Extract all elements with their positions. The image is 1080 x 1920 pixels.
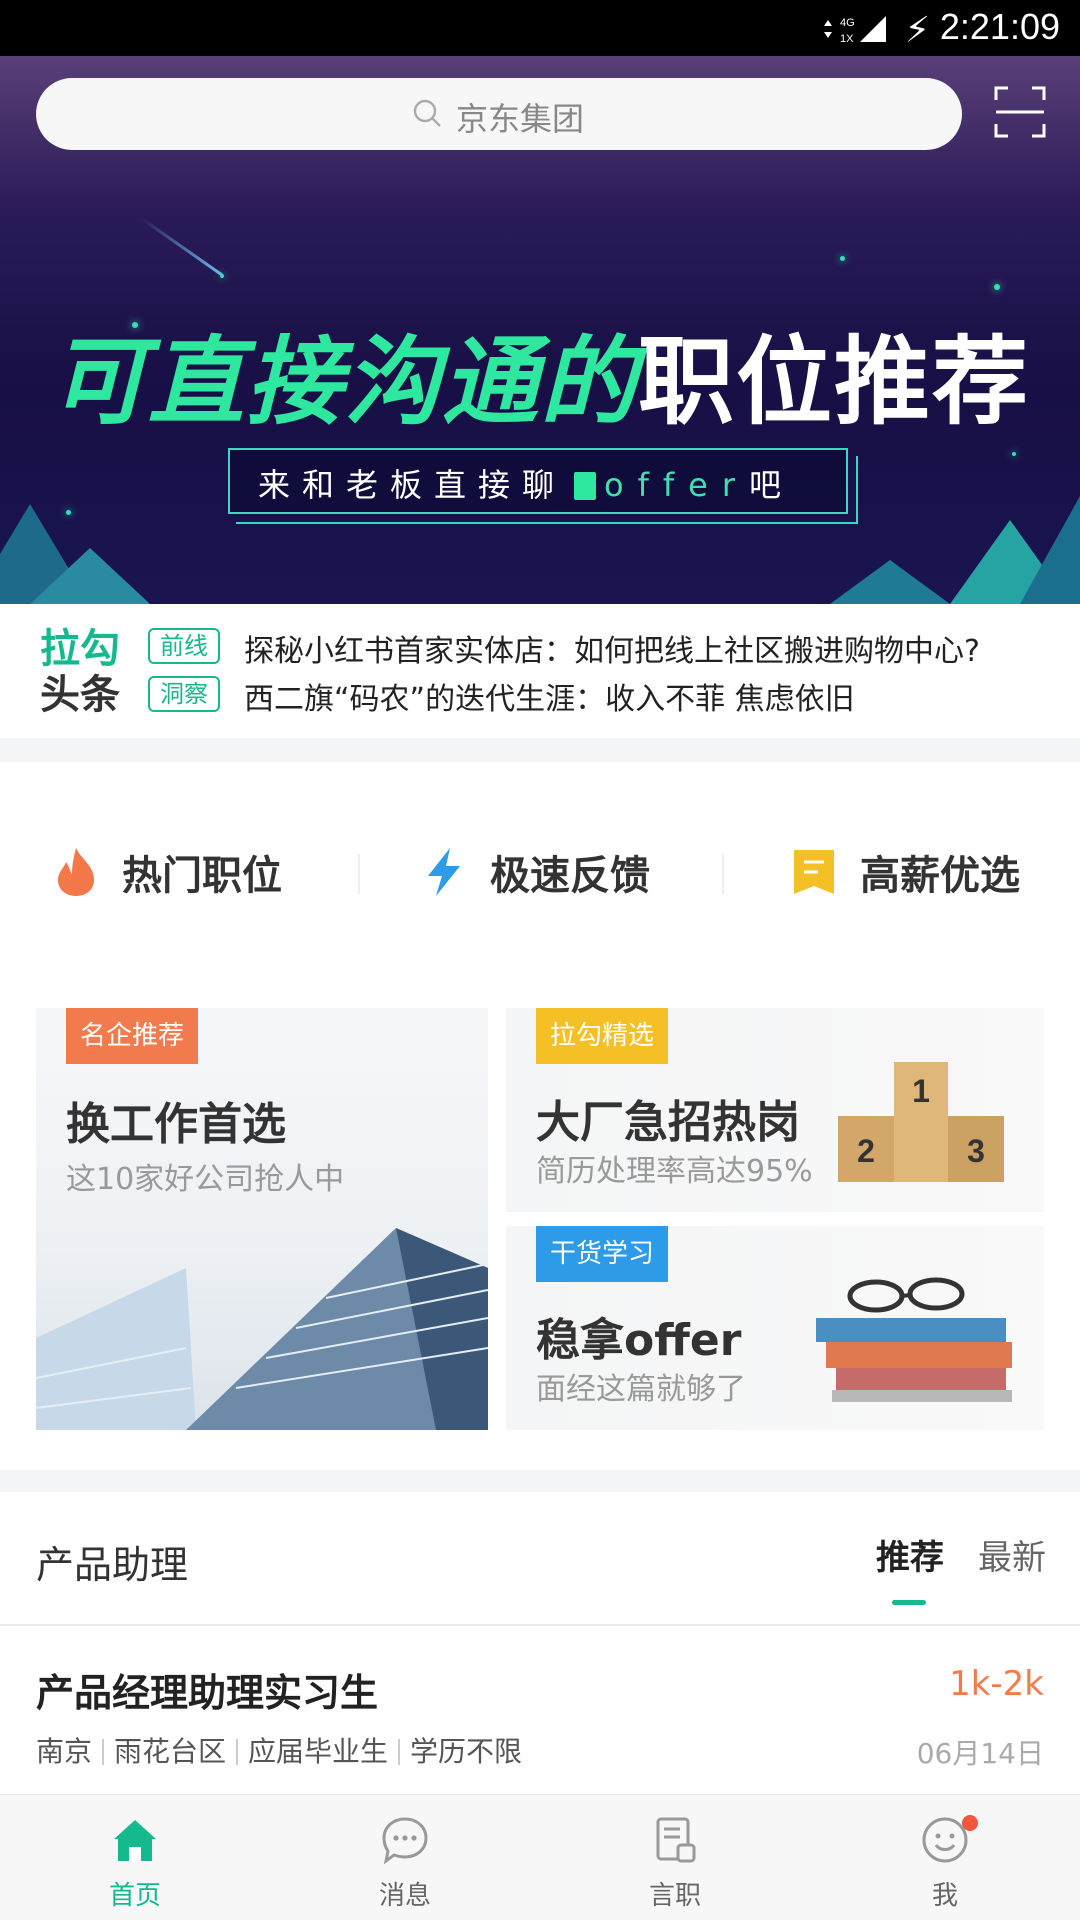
divider xyxy=(722,854,724,894)
feature-cards: 名企推荐 换工作首选 这10家好公司抢人中 拉勾精选 大厂急招热岗 简历处理率高… xyxy=(0,982,1080,1470)
clock: 2:21:09 xyxy=(939,6,1060,47)
job-city: 南京 xyxy=(36,1735,93,1768)
news-tag: 前线 xyxy=(148,628,220,664)
card-top-companies[interactable]: 名企推荐 换工作首选 这10家好公司抢人中 xyxy=(36,1008,488,1430)
bookmark-icon xyxy=(794,850,834,894)
books-image xyxy=(816,1277,1012,1402)
lagou-headline-logo: 拉勾 头条 xyxy=(40,626,120,718)
job-title: 产品经理助理实习生 xyxy=(36,1671,379,1715)
star-decoration xyxy=(1012,452,1016,456)
star-decoration xyxy=(840,256,845,261)
card-badge: 名企推荐 xyxy=(66,1008,199,1064)
card-badge: 拉勾精选 xyxy=(536,1008,669,1064)
job-date: 06月14日 xyxy=(916,1737,1044,1770)
job-list-header: 产品助理 推荐 最新 xyxy=(0,1492,1080,1626)
card-desc: 这10家好公司抢人中 xyxy=(66,1162,345,1197)
quick-entry-hot-jobs[interactable]: 热门职位 xyxy=(52,842,282,902)
search-placeholder: 京东集团 xyxy=(456,100,585,138)
charging-icon: ⚡ xyxy=(904,10,930,51)
star-decoration xyxy=(220,274,224,278)
tab-recommended[interactable]: 推荐 xyxy=(876,1530,944,1579)
nav-home[interactable]: 首页 xyxy=(0,1795,270,1920)
card-learning[interactable]: 干货学习 稳拿offer 面经这篇就够了 xyxy=(506,1226,1044,1430)
message-icon xyxy=(382,1817,428,1865)
card-title: 稳拿offer xyxy=(536,1315,742,1366)
status-bar: 4G 1X ⚡ 2:21:09 xyxy=(0,0,1080,56)
card-title: 换工作首选 xyxy=(66,1099,286,1150)
meteor-decoration xyxy=(139,216,223,277)
quick-entry-high-salary[interactable]: 高薪优选 xyxy=(790,842,1020,902)
job-district: 雨花台区 xyxy=(114,1735,227,1768)
card-desc: 面经这篇就够了 xyxy=(536,1372,746,1407)
notification-dot xyxy=(962,1815,978,1831)
svg-text:3: 3 xyxy=(967,1133,985,1169)
home-icon xyxy=(114,1820,156,1861)
banner-subtitle-post: 吧 xyxy=(748,466,793,504)
news-headline[interactable]: 探秘小红书首家实体店：如何把线上社区搬进购物中心? xyxy=(244,626,980,670)
signal-icon: 4G 1X xyxy=(824,16,886,45)
svg-text:4G: 4G xyxy=(840,17,855,29)
banner-headline: 可直接沟通的职位推荐 xyxy=(50,326,1030,438)
mountain-decoration xyxy=(30,548,150,604)
banner-subtitle-offer: offer xyxy=(604,466,749,504)
card-lagou-selection[interactable]: 拉勾精选 大厂急招热岗 简历处理率高达95% 1 2 3 xyxy=(506,1008,1044,1212)
building-image xyxy=(36,1228,488,1430)
svg-text:1: 1 xyxy=(912,1073,930,1109)
search-bar[interactable]: 京东集团 xyxy=(36,78,962,150)
job-list-item[interactable]: 产品经理助理实习生 1k-2k 南京 雨花台区 应届毕业生 学历不限 06月14日 xyxy=(0,1626,1080,1794)
news-ticker[interactable]: 拉勾 头条 前线 探秘小红书首家实体店：如何把线上社区搬进购物中心? 洞察 西二… xyxy=(0,604,1080,738)
nav-yanzhi[interactable]: 言职 xyxy=(540,1795,810,1920)
job-meta: 南京 雨花台区 应届毕业生 学历不限 xyxy=(36,1730,522,1770)
nav-messages[interactable]: 消息 xyxy=(270,1795,540,1920)
flame-icon xyxy=(58,848,94,896)
star-decoration xyxy=(994,284,1000,290)
job-category-title[interactable]: 产品助理 xyxy=(36,1534,188,1589)
document-icon xyxy=(656,1817,696,1863)
tab-latest[interactable]: 最新 xyxy=(978,1530,1046,1579)
scan-icon[interactable] xyxy=(994,86,1046,138)
bottom-nav: 首页 消息 言职 我 xyxy=(0,1794,1080,1920)
podium-image: 1 2 3 xyxy=(838,1062,1004,1182)
mountain-decoration xyxy=(830,560,950,604)
divider xyxy=(358,854,360,894)
job-experience: 应届毕业生 xyxy=(248,1735,389,1768)
mountain-decoration xyxy=(1020,496,1080,604)
job-salary: 1k-2k xyxy=(949,1664,1044,1704)
quick-entry-fast-feedback[interactable]: 极速反馈 xyxy=(420,842,650,902)
search-icon xyxy=(413,99,441,127)
card-desc: 简历处理率高达95% xyxy=(536,1154,813,1189)
card-badge: 干货学习 xyxy=(536,1226,669,1282)
nav-me[interactable]: 我 xyxy=(810,1795,1080,1920)
active-tab-indicator xyxy=(892,1600,926,1605)
quick-entries: 热门职位 极速反馈 高薪优选 xyxy=(0,762,1080,982)
banner-subtitle-pre: 来和老板直接聊 xyxy=(258,466,567,504)
news-tag: 洞察 xyxy=(148,676,220,712)
hero-banner[interactable]: 京东集团 可直接沟通的职位推荐 来和老板直接聊 offer吧 xyxy=(0,56,1080,604)
lightning-icon xyxy=(428,848,460,896)
svg-text:1X: 1X xyxy=(840,33,854,45)
svg-text:2: 2 xyxy=(857,1133,875,1169)
job-education: 学历不限 xyxy=(410,1735,523,1768)
card-title: 大厂急招热岗 xyxy=(536,1097,800,1148)
document-icon xyxy=(574,472,597,500)
news-headline[interactable]: 西二旗“码农”的迭代生涯：收入不菲 焦虑依旧 xyxy=(244,674,855,718)
banner-subtitle-box: 来和老板直接聊 offer吧 xyxy=(228,448,858,524)
